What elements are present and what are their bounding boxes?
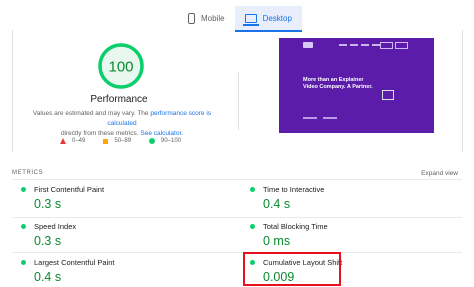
mobile-icon: [188, 12, 195, 24]
metrics-row-divider: [12, 252, 462, 253]
performance-score-gauge: 100: [98, 43, 144, 89]
play-icon: [382, 90, 394, 100]
client-logos: [303, 117, 343, 119]
score-value: 100: [108, 59, 133, 76]
legend-label: 90–100: [161, 138, 182, 144]
card-right-border: [462, 30, 463, 152]
card-left-border: [12, 30, 13, 152]
note-prefix: Values are estimated and may vary. The: [32, 110, 149, 117]
device-tabs: Mobile Desktop: [178, 6, 302, 34]
legend-label: 0–49: [72, 138, 86, 144]
pass-icon: [21, 187, 26, 192]
metric-value: 0 ms: [263, 234, 291, 248]
metrics-divider: [12, 179, 462, 180]
metric-value: 0.4 s: [34, 270, 62, 284]
score-legend: 0–49 50–89 90–100: [60, 138, 199, 144]
orange-square-icon: [103, 138, 109, 144]
pass-icon: [21, 224, 26, 229]
metrics-heading: METRICS: [12, 170, 44, 176]
pass-icon: [21, 260, 26, 265]
site-nav: [339, 44, 383, 46]
metrics-row-divider: [12, 217, 462, 218]
metric-value: 0.4 s: [263, 197, 291, 211]
legend-item-average: 50–89: [103, 138, 131, 144]
metric-name: Total Blocking Time: [263, 222, 328, 231]
card-divider: [238, 72, 239, 130]
score-note: Values are estimated and may vary. The p…: [24, 109, 220, 139]
score-label: Performance: [90, 94, 148, 105]
metric-name: Speed Index: [34, 222, 77, 231]
metric-name: Time to Interactive: [263, 185, 325, 194]
note-middle: directly from these metrics.: [60, 130, 139, 137]
site-header-buttons: [378, 42, 408, 49]
pass-icon: [250, 224, 255, 229]
site-logo: [303, 42, 313, 48]
tab-desktop-label: Desktop: [262, 13, 292, 23]
legend-label: 50–89: [114, 138, 132, 144]
tab-mobile[interactable]: Mobile: [178, 6, 235, 30]
red-triangle-icon: [60, 138, 66, 144]
metric-name: First Contentful Paint: [34, 185, 105, 194]
page-screenshot-thumbnail: More than an Explainer Video Company. A …: [279, 38, 434, 133]
metric-value: 0.3 s: [34, 234, 62, 248]
pass-icon: [250, 187, 255, 192]
legend-item-fail: 0–49: [60, 138, 85, 144]
metric-value: 0.3 s: [34, 197, 62, 211]
see-calculator-link[interactable]: See calculator.: [140, 130, 183, 137]
site-hero-text: More than an Explainer Video Company. A …: [303, 77, 373, 90]
green-circle-icon: [149, 138, 156, 144]
highlight-box: [243, 252, 341, 286]
legend-item-pass: 90–100: [149, 138, 181, 144]
metric-name: Largest Contentful Paint: [34, 258, 115, 267]
tab-desktop[interactable]: Desktop: [234, 6, 302, 32]
expand-view-toggle[interactable]: Expand view: [421, 170, 458, 177]
tab-mobile-label: Mobile: [201, 13, 225, 23]
desktop-icon: [242, 13, 259, 26]
